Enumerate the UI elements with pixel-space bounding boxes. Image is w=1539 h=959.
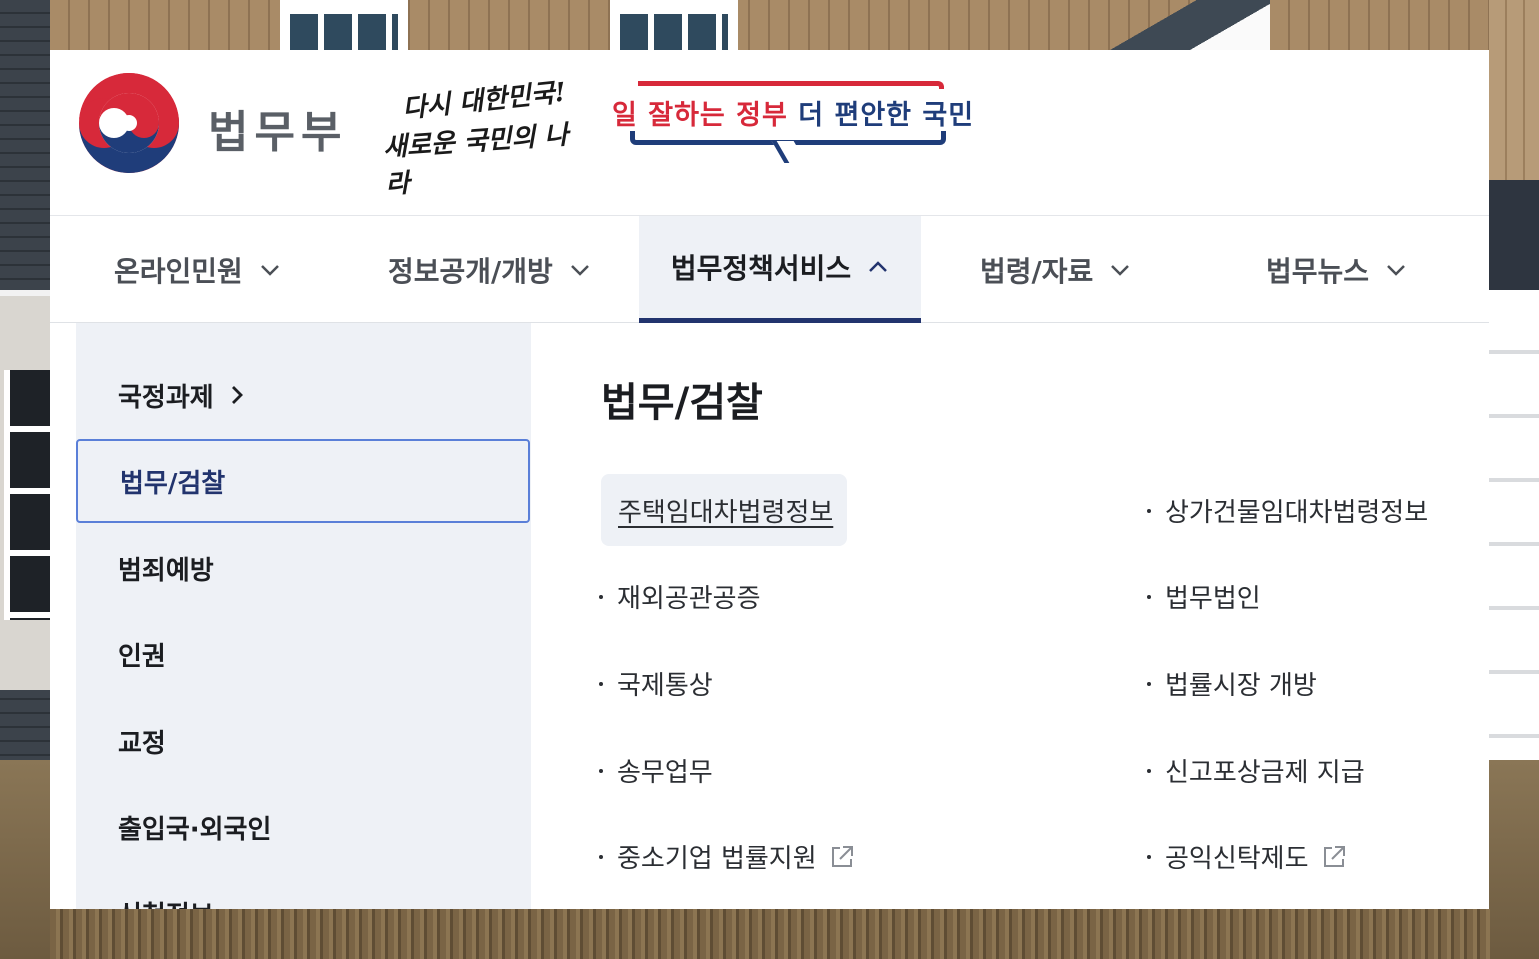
bullet-icon <box>599 768 603 773</box>
chevron-right-icon <box>231 386 243 404</box>
site-panel: 법무부 다시 대한민국! 새로운 국민의 나라 일 잘하는 정부 더 편안한 국… <box>50 50 1489 909</box>
nav-item-label: 법령/자료 <box>980 254 1094 288</box>
nav-item-label: 온라인민원 <box>114 254 243 288</box>
ministry-name[interactable]: 법무부 <box>208 96 347 160</box>
bullet-icon <box>1147 854 1151 859</box>
sidebar-item-justice-prosecution[interactable]: 법무/검찰 <box>76 439 530 523</box>
chevron-down-icon <box>1111 264 1130 276</box>
sidebar-item-label: 인권 <box>118 641 166 672</box>
slogan-calligraphy: 다시 대한민국! 새로운 국민의 나라 <box>380 77 590 200</box>
link-overseas-notarization[interactable]: 재외공관공증 <box>599 578 761 615</box>
nav-item-label: 법무정책서비스 <box>670 252 852 285</box>
link-legal-market-opening[interactable]: 법률시장 개방 <box>1147 665 1317 702</box>
chevron-down-icon <box>260 264 279 276</box>
nav-item-laws-data[interactable]: 법령/자료 <box>980 216 1131 323</box>
bullet-icon <box>599 854 603 859</box>
sidebar-item-corrections[interactable]: 교정 <box>76 699 531 783</box>
link-sme-legal-support[interactable]: 중소기업 법률지원 <box>599 838 855 875</box>
link-label: 상가건물임대차법령정보 <box>1165 498 1429 528</box>
government-slogan-text: 일 잘하는 정부 더 편안한 국민 <box>612 93 974 132</box>
slogan-red-text: 일 잘하는 정부 <box>612 100 788 131</box>
main-navigation: 온라인민원 정보공개/개방 법무정책서비스 법령/자료 법무뉴스 <box>50 215 1489 323</box>
background-siding <box>1489 0 1539 180</box>
sidebar-item-label: 국정과제 <box>118 382 214 413</box>
slogan-line: 새로운 국민의 나라 <box>382 120 570 201</box>
chevron-up-icon <box>869 261 888 272</box>
background-garage-door <box>1489 290 1539 770</box>
sidebar-item-national-tasks[interactable]: 국정과제 <box>76 353 531 437</box>
link-international-trade[interactable]: 국제통상 <box>599 665 713 702</box>
sidebar-item-label: 교정 <box>118 728 166 759</box>
sidebar-item-label: 출입국·외국인 <box>118 814 272 845</box>
link-commercial-lease-law[interactable]: 상가건물임대차법령정보 <box>1147 492 1428 529</box>
link-label: 국제통상 <box>617 671 713 701</box>
section-title: 법무/검찰 <box>601 380 763 426</box>
link-label: 신고포상금제 지급 <box>1165 758 1365 788</box>
nav-item-info-disclosure[interactable]: 정보공개/개방 <box>388 216 591 323</box>
nav-item-policy-services[interactable]: 법무정책서비스 <box>639 216 921 323</box>
government-slogan-badge: 일 잘하는 정부 더 편안한 국민 <box>612 81 973 163</box>
link-public-trust[interactable]: 공익신탁제도 <box>1147 838 1347 875</box>
background-window <box>610 0 738 50</box>
link-label: 법무법인 <box>1165 584 1261 614</box>
link-label: 주택임대차법령정보 <box>618 497 834 528</box>
bullet-icon <box>1147 508 1151 513</box>
link-label: 재외공관공증 <box>617 584 761 614</box>
nav-item-news[interactable]: 법무뉴스 <box>1266 216 1407 323</box>
nav-item-online-petition[interactable]: 온라인민원 <box>114 216 281 323</box>
badge-frame <box>638 81 944 89</box>
link-label: 공익신탁제도 <box>1165 844 1309 874</box>
nav-item-label: 정보공개/개방 <box>388 254 553 288</box>
background-window <box>4 370 50 620</box>
site-header: 법무부 다시 대한민국! 새로운 국민의 나라 일 잘하는 정부 더 편안한 국… <box>50 50 1489 215</box>
government-emblem-icon[interactable] <box>75 72 183 174</box>
nav-item-label: 법무뉴스 <box>1266 254 1370 288</box>
bullet-icon <box>1147 594 1151 599</box>
background-lawn <box>50 909 1490 959</box>
bullet-icon <box>1147 681 1151 686</box>
link-housing-lease-law[interactable]: 주택임대차법령정보 <box>601 474 848 546</box>
link-label: 송무업무 <box>617 758 713 788</box>
link-law-firms[interactable]: 법무법인 <box>1147 578 1261 615</box>
bullet-icon <box>599 681 603 686</box>
background-wall <box>1489 180 1539 290</box>
sidebar-item-application-info[interactable]: 신청정보 <box>76 871 531 910</box>
sidebar-item-label: 법무/검찰 <box>120 468 226 499</box>
link-reward-payment[interactable]: 신고포상금제 지급 <box>1147 752 1365 789</box>
background-roof <box>1090 0 1270 50</box>
sidebar-item-crime-prevention[interactable]: 범죄예방 <box>76 526 531 610</box>
sidebar-item-label: 범죄예방 <box>118 555 214 586</box>
link-litigation-affairs[interactable]: 송무업무 <box>599 752 713 789</box>
slogan-blue-text: 더 편안한 국민 <box>798 100 975 131</box>
sidebar-item-human-rights[interactable]: 인권 <box>76 612 531 696</box>
chevron-down-icon <box>1387 264 1405 276</box>
sidebar-item-label: 신청정보 <box>118 895 214 910</box>
link-label: 중소기업 법률지원 <box>617 844 817 874</box>
bullet-icon <box>1147 768 1151 773</box>
link-label: 법률시장 개방 <box>1165 671 1317 701</box>
external-link-icon <box>831 845 853 867</box>
background-siding <box>50 0 1490 50</box>
submenu-sidebar: 국정과제 법무/검찰 범죄예방 인권 교정 출입국·외국인 신청정보 <box>76 323 531 909</box>
sidebar-item-immigration[interactable]: 출입국·외국인 <box>76 785 531 869</box>
external-link-icon <box>1323 845 1345 867</box>
background-window <box>280 0 408 50</box>
chevron-down-icon <box>570 264 589 276</box>
bullet-icon <box>599 594 603 599</box>
